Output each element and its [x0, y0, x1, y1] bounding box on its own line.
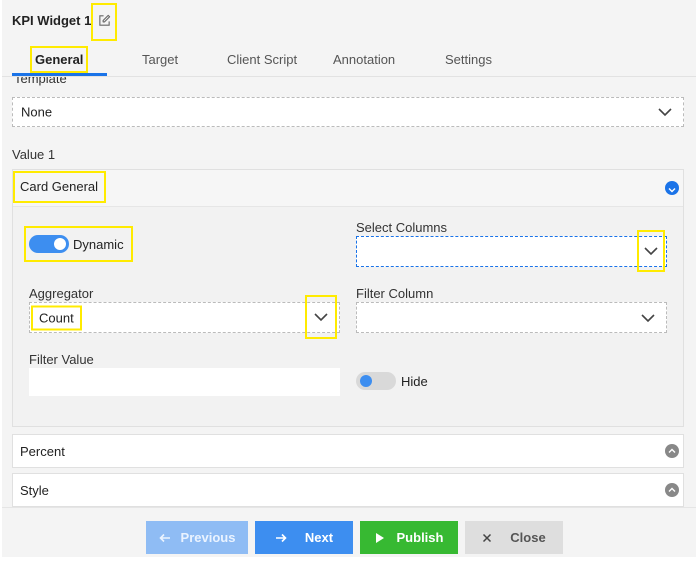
arrow-left-icon	[158, 533, 171, 543]
edit-title-button[interactable]	[91, 3, 117, 41]
tab-general[interactable]: General	[29, 46, 89, 73]
chevron-down-icon[interactable]	[637, 230, 665, 272]
publish-button-label: Publish	[396, 530, 444, 545]
select-columns-select[interactable]	[356, 230, 667, 272]
filter-column-label: Filter Column	[356, 286, 434, 301]
play-icon	[375, 532, 385, 544]
percent-section-title: Percent	[20, 444, 65, 459]
arrow-right-icon	[275, 533, 287, 543]
chevron-down-icon	[634, 304, 662, 332]
chevron-down-icon[interactable]	[305, 295, 337, 339]
filter-value-label: Filter Value	[29, 352, 94, 367]
close-icon	[482, 533, 492, 543]
tab-settings[interactable]: Settings	[445, 52, 492, 67]
select-columns-label: Select Columns	[356, 220, 448, 235]
card-general-panel: Card General Dynamic Select Columns Aggr…	[12, 169, 684, 427]
toggle-knob	[360, 375, 372, 387]
kpi-widget-dialog: KPI Widget 1 General Target Client Scrip…	[2, 0, 696, 557]
dialog-footer: Previous Next Publish Close	[2, 507, 696, 557]
close-button[interactable]: Close	[465, 521, 563, 554]
card-general-title: Card General	[12, 171, 107, 203]
widget-title: KPI Widget 1	[12, 13, 92, 28]
template-select[interactable]: None	[12, 97, 684, 127]
active-tab-indicator	[12, 73, 107, 76]
hide-toggle[interactable]	[356, 372, 396, 390]
filter-value-input[interactable]	[29, 368, 340, 396]
chevron-up-icon[interactable]	[665, 444, 679, 458]
value1-label: Value 1	[12, 147, 56, 162]
tab-target[interactable]: Target	[142, 52, 178, 67]
publish-button[interactable]: Publish	[360, 521, 458, 554]
aggregator-label: Aggregator	[29, 286, 94, 301]
edit-icon	[98, 14, 111, 30]
next-button-label: Next	[304, 530, 334, 545]
next-button[interactable]: Next	[255, 521, 353, 554]
dynamic-toggle[interactable]	[29, 235, 69, 253]
template-select-value: None	[21, 104, 53, 120]
style-section-header[interactable]: Style	[12, 473, 684, 507]
aggregator-select[interactable]: Count	[29, 295, 340, 339]
collapse-card-general-button[interactable]	[665, 181, 679, 195]
dynamic-toggle-group: Dynamic	[24, 226, 133, 262]
previous-button[interactable]: Previous	[146, 521, 248, 554]
close-button-label: Close	[510, 530, 546, 545]
toggle-knob	[54, 238, 66, 250]
chevron-down-icon	[651, 98, 679, 126]
filter-column-select[interactable]	[356, 302, 667, 333]
dynamic-label: Dynamic	[73, 237, 124, 252]
card-general-header[interactable]: Card General	[12, 170, 683, 207]
hide-label: Hide	[401, 374, 428, 389]
chevron-up-icon[interactable]	[665, 483, 679, 497]
tab-client-script[interactable]: Client Script	[227, 52, 297, 67]
percent-section-header[interactable]: Percent	[12, 434, 684, 468]
aggregator-value: Count	[31, 305, 82, 330]
tab-annotation[interactable]: Annotation	[333, 52, 395, 67]
template-label: Template	[14, 77, 67, 86]
style-section-title: Style	[20, 483, 49, 498]
previous-button-label: Previous	[180, 530, 236, 545]
chevron-down-icon	[668, 181, 676, 196]
general-tab-content: Template None Value 1 Card General Dynam…	[2, 77, 696, 507]
